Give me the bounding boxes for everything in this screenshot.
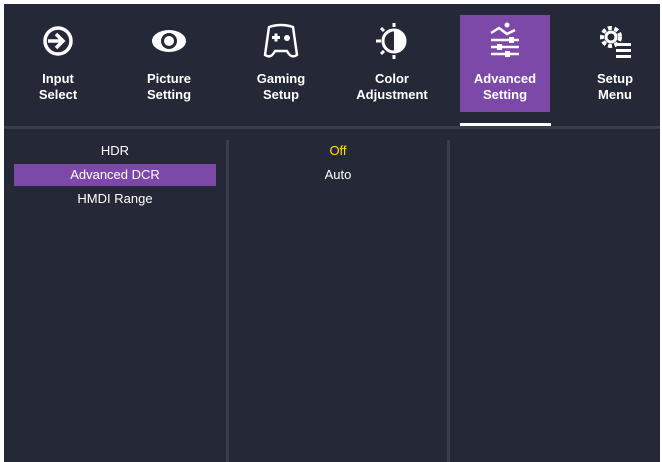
column-divider	[447, 140, 450, 462]
tab-label: Setting	[146, 87, 192, 102]
option-off[interactable]: Off	[230, 140, 446, 162]
tab-label: Menu	[598, 87, 632, 102]
submenu-panel	[452, 130, 660, 462]
tab-gaming-setup[interactable]: Gaming Setup	[236, 15, 326, 112]
tab-input-select[interactable]: Input Select	[13, 15, 103, 112]
tab-label: Color	[375, 71, 409, 86]
tab-label: Setup	[596, 71, 634, 86]
gamepad-icon	[261, 21, 301, 61]
tab-picture-setting[interactable]: Picture Setting	[124, 15, 214, 112]
menu-item-hdmi-range[interactable]: HMDI Range	[14, 188, 216, 210]
menu-item-advanced-dcr[interactable]: Advanced DCR	[14, 164, 216, 186]
advanced-sliders-icon	[485, 21, 525, 61]
tab-label: Picture	[146, 71, 192, 86]
tab-color-adjustment[interactable]: Color Adjustment	[347, 15, 437, 112]
tab-label: Gaming	[256, 71, 306, 86]
tab-label: Select	[38, 87, 78, 102]
menu-item-hdr[interactable]: HDR	[14, 140, 216, 162]
gear-menu-icon	[595, 21, 635, 61]
osd-menu-window: Input Select Picture Setting Gaming Setu…	[4, 4, 660, 462]
menu-list: HDR Advanced DCR HMDI Range	[4, 130, 226, 462]
tab-label: Advanced	[473, 71, 537, 86]
column-divider	[226, 140, 229, 462]
tab-label: Input	[42, 71, 74, 86]
tab-advanced-setting[interactable]: Advanced Setting	[460, 15, 550, 112]
option-list: Off Auto	[230, 130, 448, 462]
tab-label: Setting	[482, 87, 528, 102]
option-auto[interactable]: Auto	[230, 164, 446, 186]
eye-icon	[149, 21, 189, 61]
input-arrow-icon	[38, 21, 78, 61]
header-divider	[4, 126, 660, 129]
tab-bar: Input Select Picture Setting Gaming Setu…	[4, 4, 660, 122]
tab-label: Adjustment	[356, 87, 428, 102]
color-bulb-icon	[372, 21, 412, 61]
tab-label: Setup	[262, 87, 300, 102]
tab-setup-menu[interactable]: Setup Menu	[570, 15, 660, 112]
